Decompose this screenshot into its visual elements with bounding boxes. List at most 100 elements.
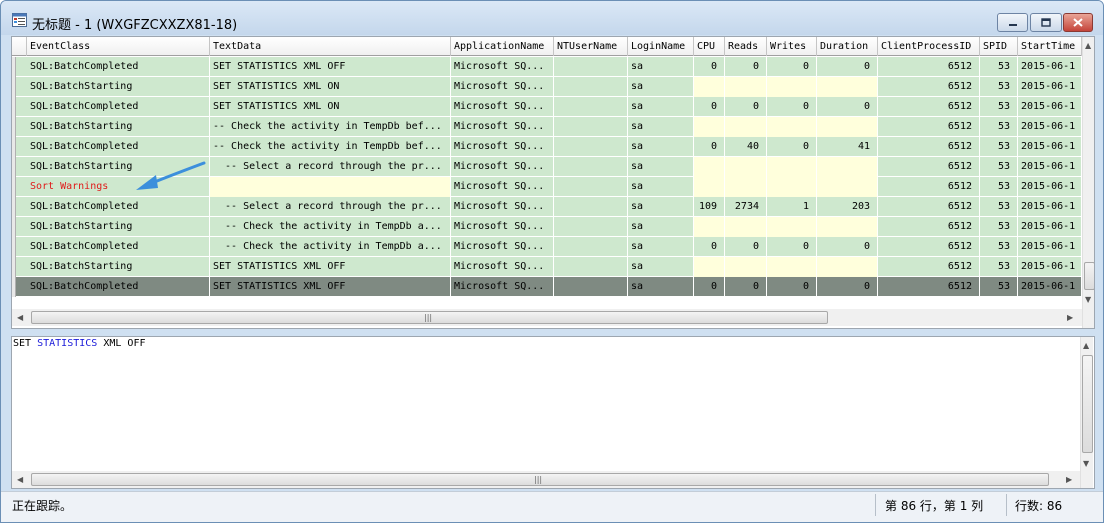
cell-reads[interactable] [725, 217, 767, 237]
row-header[interactable] [12, 57, 16, 77]
cell-login[interactable]: sa [628, 77, 694, 97]
cell-cpu[interactable] [694, 117, 725, 137]
scroll-up-icon[interactable]: ▲ [1083, 341, 1089, 351]
cell-nt[interactable] [554, 177, 628, 197]
cell-duration[interactable]: 0 [817, 237, 878, 257]
cell-start[interactable]: 2015-06-1 [1018, 77, 1082, 97]
cell-nt[interactable] [554, 217, 628, 237]
row-header[interactable] [12, 157, 16, 177]
row-header[interactable] [12, 237, 16, 257]
cell-duration[interactable]: 203 [817, 197, 878, 217]
column-header[interactable]: Duration [817, 37, 878, 56]
cell-login[interactable]: sa [628, 117, 694, 137]
cell-spid[interactable]: 53 [980, 157, 1018, 177]
cell-spid[interactable]: 53 [980, 197, 1018, 217]
cell-text[interactable]: -- Check the activity in TempDb a... [210, 217, 451, 237]
cell-spid[interactable]: 53 [980, 137, 1018, 157]
table-row[interactable]: SQL:BatchCompleted -- Select a record th… [12, 197, 1082, 217]
cell-nt[interactable] [554, 137, 628, 157]
cell-spid[interactable]: 53 [980, 257, 1018, 277]
trace-grid[interactable]: EventClass TextData ApplicationName NTUs… [11, 36, 1095, 329]
cell-reads[interactable]: 0 [725, 277, 767, 297]
cell-nt[interactable] [554, 197, 628, 217]
cell-duration[interactable]: 0 [817, 277, 878, 297]
grid-vertical-scrollbar[interactable]: ▲ ▼ [1082, 37, 1094, 328]
text-horizontal-scrollbar[interactable]: ◀ ||| ▶ [12, 471, 1080, 488]
cell-reads[interactable]: 2734 [725, 197, 767, 217]
cell-cpu[interactable]: 0 [694, 57, 725, 77]
maximize-button[interactable] [1030, 13, 1062, 32]
cell-spid[interactable]: 53 [980, 117, 1018, 137]
grid-horizontal-scrollbar[interactable]: ◀ ||| ▶ [12, 309, 1082, 326]
cell-spid[interactable]: 53 [980, 177, 1018, 197]
cell-app[interactable]: Microsoft SQ... [451, 277, 554, 297]
column-header[interactable]: ClientProcessID [878, 37, 980, 56]
scroll-down-icon[interactable]: ▼ [1085, 295, 1091, 305]
cell-nt[interactable] [554, 77, 628, 97]
column-header[interactable]: CPU [694, 37, 725, 56]
cell-writes[interactable] [767, 117, 817, 137]
cell-event[interactable]: SQL:BatchCompleted [27, 197, 210, 217]
cell-start[interactable]: 2015-06-1 [1018, 117, 1082, 137]
cell-writes[interactable] [767, 77, 817, 97]
row-header[interactable] [12, 217, 16, 237]
cell-text[interactable]: -- Select a record through the pr... [210, 157, 451, 177]
cell-text[interactable]: -- Check the activity in TempDb bef... [210, 117, 451, 137]
cell-start[interactable]: 2015-06-1 [1018, 57, 1082, 77]
cell-pid[interactable]: 6512 [878, 157, 980, 177]
table-row[interactable]: SQL:BatchCompleted SET STATISTICS XML OFF… [12, 277, 1082, 297]
cell-reads[interactable] [725, 177, 767, 197]
cell-duration[interactable] [817, 117, 878, 137]
cell-cpu[interactable] [694, 77, 725, 97]
column-header[interactable]: SPID [980, 37, 1018, 56]
table-row[interactable]: SQL:BatchStarting SET STATISTICS XML ON Mi… [12, 77, 1082, 97]
cell-duration[interactable] [817, 257, 878, 277]
cell-reads[interactable]: 0 [725, 57, 767, 77]
cell-spid[interactable]: 53 [980, 97, 1018, 117]
cell-text[interactable]: SET STATISTICS XML ON [210, 97, 451, 117]
row-header[interactable] [12, 257, 16, 277]
scroll-thumb[interactable]: ||| [31, 473, 1049, 486]
cell-app[interactable]: Microsoft SQ... [451, 77, 554, 97]
cell-event[interactable]: SQL:BatchCompleted [27, 237, 210, 257]
cell-start[interactable]: 2015-06-1 [1018, 217, 1082, 237]
cell-spid[interactable]: 53 [980, 237, 1018, 257]
cell-pid[interactable]: 6512 [878, 97, 980, 117]
cell-pid[interactable]: 6512 [878, 137, 980, 157]
cell-cpu[interactable] [694, 157, 725, 177]
cell-reads[interactable]: 40 [725, 137, 767, 157]
cell-event[interactable]: SQL:BatchCompleted [27, 137, 210, 157]
cell-cpu[interactable]: 0 [694, 277, 725, 297]
cell-nt[interactable] [554, 277, 628, 297]
table-row[interactable]: SQL:BatchStarting -- Check the activity i… [12, 117, 1082, 137]
cell-app[interactable]: Microsoft SQ... [451, 217, 554, 237]
row-header[interactable] [12, 77, 16, 97]
scroll-up-icon[interactable]: ▲ [1085, 41, 1091, 51]
cell-writes[interactable]: 1 [767, 197, 817, 217]
cell-text[interactable]: -- Check the activity in TempDb bef... [210, 137, 451, 157]
cell-pid[interactable]: 6512 [878, 277, 980, 297]
cell-login[interactable]: sa [628, 177, 694, 197]
scroll-left-icon[interactable]: ◀ [17, 313, 23, 323]
cell-login[interactable]: sa [628, 157, 694, 177]
cell-text[interactable]: SET STATISTICS XML OFF [210, 257, 451, 277]
cell-app[interactable]: Microsoft SQ... [451, 57, 554, 77]
cell-login[interactable]: sa [628, 257, 694, 277]
textdata-pane[interactable]: SET STATISTICS XML OFF ▲ ▼ ◀ ||| ▶ [11, 336, 1095, 489]
cell-text[interactable]: -- Check the activity in TempDb a... [210, 237, 451, 257]
table-row[interactable]: SQL:BatchCompleted SET STATISTICS XML ON M… [12, 97, 1082, 117]
cell-duration[interactable]: 0 [817, 97, 878, 117]
cell-reads[interactable] [725, 117, 767, 137]
cell-cpu[interactable] [694, 257, 725, 277]
cell-pid[interactable]: 6512 [878, 77, 980, 97]
cell-start[interactable]: 2015-06-1 [1018, 157, 1082, 177]
cell-pid[interactable]: 6512 [878, 237, 980, 257]
cell-login[interactable]: sa [628, 57, 694, 77]
row-header[interactable] [12, 137, 16, 157]
cell-text[interactable] [210, 177, 451, 197]
column-header[interactable]: ApplicationName [451, 37, 554, 56]
cell-app[interactable]: Microsoft SQ... [451, 197, 554, 217]
cell-writes[interactable] [767, 257, 817, 277]
cell-cpu[interactable]: 109 [694, 197, 725, 217]
cell-pid[interactable]: 6512 [878, 217, 980, 237]
